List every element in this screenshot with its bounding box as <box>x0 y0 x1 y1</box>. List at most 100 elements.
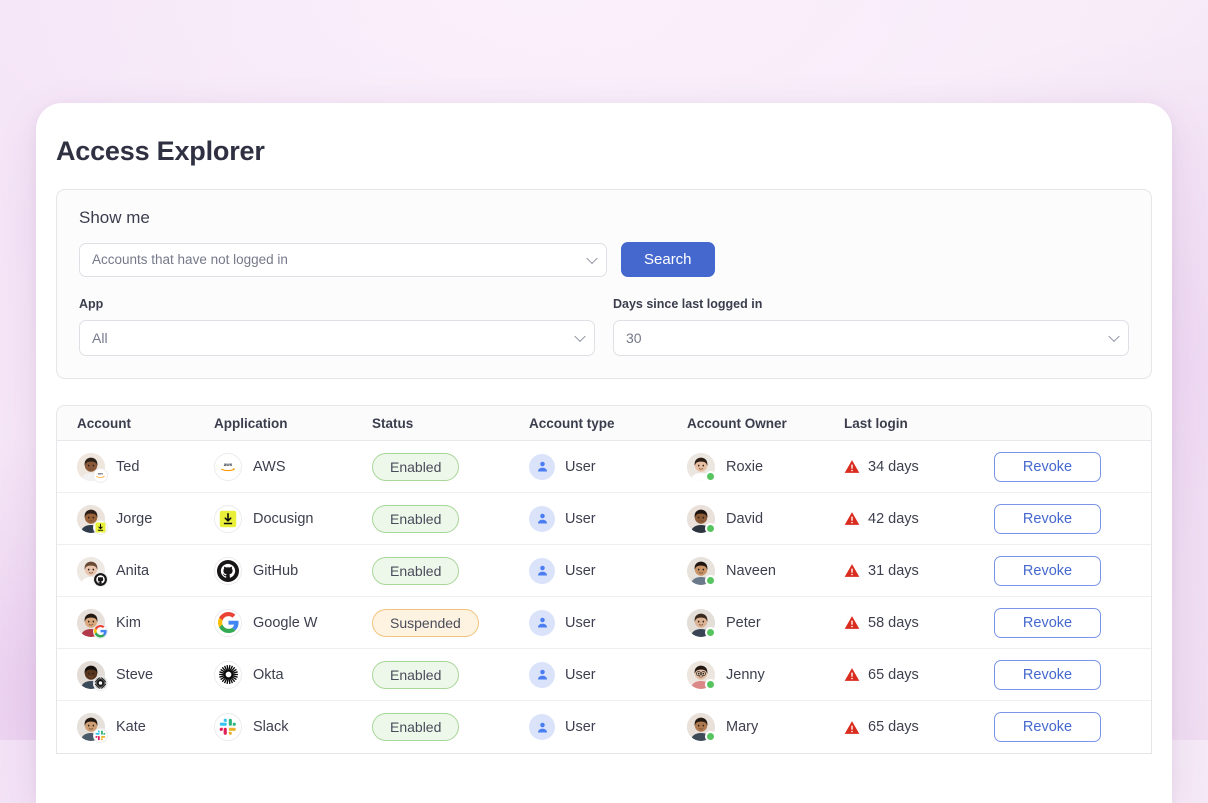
show-me-row: Accounts that have not logged in Search <box>79 242 1129 277</box>
cell-account: aws Ted <box>77 453 214 481</box>
account-type-label: User <box>565 719 596 735</box>
status-badge: Enabled <box>372 713 459 741</box>
avatar-kate <box>77 713 105 741</box>
warning-icon <box>844 615 860 630</box>
table-row: Kate Slack Enabled User <box>57 701 1151 753</box>
docusign-icon <box>214 505 242 533</box>
last-login-value: 34 days <box>868 459 919 475</box>
cell-action: Revoke <box>994 660 1151 690</box>
revoke-button[interactable]: Revoke <box>994 452 1101 482</box>
last-login-value: 65 days <box>868 719 919 735</box>
avatar-jorge <box>77 505 105 533</box>
online-status-dot <box>705 679 716 690</box>
show-me-label: Show me <box>79 208 1129 228</box>
app-filter-label: App <box>79 297 595 311</box>
docusign-icon <box>93 520 108 535</box>
online-status-dot <box>705 627 716 638</box>
show-me-select[interactable]: Accounts that have not logged in <box>79 243 607 277</box>
accounts-table: Account Application Status Account type … <box>56 405 1152 754</box>
table-row: Anita GitHub Enabled User <box>57 545 1151 597</box>
warning-icon <box>844 511 860 526</box>
aws-icon: aws <box>214 453 242 481</box>
user-icon <box>529 506 555 532</box>
warning-icon <box>844 720 860 735</box>
application-name: Google W <box>253 615 317 631</box>
revoke-button[interactable]: Revoke <box>994 660 1101 690</box>
okta-icon <box>214 661 242 689</box>
cell-account: Anita <box>77 557 214 585</box>
cell-account-owner: Roxie <box>687 453 844 481</box>
table-body: aws Ted aws AWS Enabled User <box>57 441 1151 753</box>
last-login-value: 42 days <box>868 511 919 527</box>
avatar-ted: aws <box>77 453 105 481</box>
owner-name: Peter <box>726 615 761 631</box>
account-name: Kate <box>116 719 146 735</box>
search-button[interactable]: Search <box>621 242 715 277</box>
cell-account: Kate <box>77 713 214 741</box>
cell-account-owner: Naveen <box>687 557 844 585</box>
cell-last-login: 58 days <box>844 615 994 631</box>
revoke-button[interactable]: Revoke <box>994 556 1101 586</box>
revoke-button[interactable]: Revoke <box>994 608 1101 638</box>
warning-icon <box>844 667 860 682</box>
avatar-mary <box>687 713 715 741</box>
app-select[interactable]: All <box>79 320 595 356</box>
account-name: Anita <box>116 563 149 579</box>
cell-account-owner: Peter <box>687 609 844 637</box>
application-name: Slack <box>253 719 288 735</box>
google-icon <box>93 624 108 639</box>
cell-account-owner: Mary <box>687 713 844 741</box>
online-status-dot <box>705 523 716 534</box>
filter-fields-row: App All Days since last logged in 30 <box>79 297 1129 356</box>
app-filter-field: App All <box>79 297 595 356</box>
cell-last-login: 42 days <box>844 511 994 527</box>
show-me-value: Accounts that have not logged in <box>92 252 288 267</box>
cell-account-owner: Jenny <box>687 661 844 689</box>
column-header-account-type: Account type <box>529 416 687 431</box>
online-status-dot <box>705 471 716 482</box>
table-header-row: Account Application Status Account type … <box>57 406 1151 441</box>
warning-icon <box>844 563 860 578</box>
chevron-down-icon <box>1108 331 1119 342</box>
cell-action: Revoke <box>994 608 1151 638</box>
owner-name: Roxie <box>726 459 763 475</box>
access-explorer-card: Access Explorer Show me Accounts that ha… <box>36 103 1172 803</box>
account-name: Kim <box>116 615 141 631</box>
cell-account-type: User <box>529 558 687 584</box>
cell-action: Revoke <box>994 452 1151 482</box>
cell-last-login: 65 days <box>844 667 994 683</box>
account-name: Ted <box>116 459 139 475</box>
github-icon <box>214 557 242 585</box>
days-select[interactable]: 30 <box>613 320 1129 356</box>
avatar-naveen <box>687 557 715 585</box>
slack-icon <box>93 728 108 743</box>
cell-status: Enabled <box>372 453 529 481</box>
cell-application: Okta <box>214 661 372 689</box>
account-type-label: User <box>565 615 596 631</box>
application-name: AWS <box>253 459 286 475</box>
cell-account-type: User <box>529 506 687 532</box>
column-header-last-login: Last login <box>844 416 994 431</box>
cell-last-login: 34 days <box>844 459 994 475</box>
aws-icon: aws <box>93 468 108 483</box>
user-icon <box>529 454 555 480</box>
last-login-value: 58 days <box>868 615 919 631</box>
days-select-value: 30 <box>626 330 642 346</box>
account-name: Steve <box>116 667 153 683</box>
cell-status: Enabled <box>372 505 529 533</box>
days-filter-field: Days since last logged in 30 <box>613 297 1129 356</box>
account-type-label: User <box>565 511 596 527</box>
filter-panel: Show me Accounts that have not logged in… <box>56 189 1152 379</box>
revoke-button[interactable]: Revoke <box>994 504 1101 534</box>
last-login-value: 65 days <box>868 667 919 683</box>
account-type-label: User <box>565 563 596 579</box>
avatar-anita <box>77 557 105 585</box>
cell-last-login: 31 days <box>844 563 994 579</box>
revoke-button[interactable]: Revoke <box>994 712 1101 742</box>
column-header-status: Status <box>372 416 529 431</box>
cell-account: Steve <box>77 661 214 689</box>
cell-status: Enabled <box>372 557 529 585</box>
avatar-peter <box>687 609 715 637</box>
column-header-account: Account <box>77 416 214 431</box>
owner-name: Naveen <box>726 563 776 579</box>
